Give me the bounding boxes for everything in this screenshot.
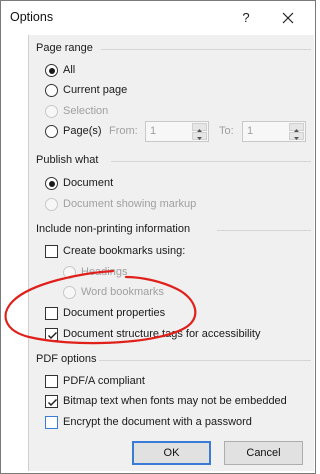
to-down-button — [289, 132, 304, 140]
bitmap-text-checkbox[interactable] — [45, 395, 58, 408]
structure-tags-label: Document structure tags for accessibilit… — [63, 328, 261, 340]
radio-word-bookmarks-label: Word bookmarks — [81, 286, 164, 298]
radio-current-page-label: Current page — [63, 84, 128, 96]
dialog-title: Options — [10, 10, 54, 24]
document-properties-checkbox[interactable] — [45, 307, 58, 320]
ok-button[interactable]: OK — [132, 441, 211, 465]
pdfa-checkbox[interactable] — [45, 375, 58, 388]
cancel-button[interactable]: Cancel — [224, 441, 303, 465]
radio-current-page[interactable] — [45, 84, 58, 97]
to-label: To: — [219, 125, 234, 137]
from-up-button — [192, 123, 207, 132]
close-icon — [282, 12, 294, 24]
chevron-down-icon — [294, 137, 299, 140]
encrypt-checkbox[interactable] — [45, 416, 58, 429]
radio-headings-label: Headings — [81, 266, 128, 278]
document-properties-label: Document properties — [63, 307, 166, 319]
section-non-printing-label: Include non-printing information — [36, 223, 191, 235]
divider — [99, 360, 311, 361]
radio-document-label: Document — [63, 177, 114, 189]
radio-document[interactable] — [45, 177, 58, 190]
section-publish-what-label: Publish what — [36, 154, 99, 166]
radio-all[interactable] — [45, 64, 58, 77]
radio-document-markup — [45, 198, 58, 211]
title-bar: Options ? — [1, 1, 315, 35]
from-value: 1 — [150, 125, 157, 137]
radio-pages-label: Page(s) — [63, 125, 102, 137]
bitmap-text-label: Bitmap text when fonts may not be embedd… — [63, 395, 287, 407]
checkmark-icon — [48, 332, 57, 339]
options-dialog: Options ? Page range All Current page Se… — [0, 0, 316, 474]
from-spinner: 1 — [145, 121, 209, 142]
help-button[interactable]: ? — [236, 7, 256, 29]
radio-word-bookmarks — [63, 286, 76, 299]
radio-document-markup-label: Document showing markup — [63, 198, 197, 210]
divider — [217, 230, 311, 231]
radio-pages[interactable] — [45, 125, 58, 138]
create-bookmarks-label: Create bookmarks using: — [63, 245, 186, 257]
options-panel: Page range All Current page Selection Pa… — [28, 35, 314, 471]
radio-all-label: All — [63, 64, 76, 76]
to-up-button — [289, 123, 304, 132]
pdfa-label: PDF/A compliant — [63, 375, 145, 387]
divider — [111, 161, 311, 162]
to-spinner: 1 — [242, 121, 306, 142]
section-page-range-label: Page range — [36, 42, 93, 54]
divider — [101, 49, 311, 50]
radio-selection — [45, 105, 58, 118]
radio-selection-label: Selection — [63, 105, 109, 117]
structure-tags-checkbox[interactable] — [45, 328, 58, 341]
close-button[interactable] — [271, 4, 305, 32]
create-bookmarks-checkbox[interactable] — [45, 245, 58, 258]
chevron-down-icon — [197, 137, 202, 140]
radio-headings — [63, 266, 76, 279]
from-down-button — [192, 132, 207, 140]
from-label: From: — [109, 125, 138, 137]
section-pdf-options-label: PDF options — [36, 353, 97, 365]
to-value: 1 — [247, 125, 254, 137]
encrypt-label: Encrypt the document with a password — [63, 416, 252, 428]
checkmark-icon — [48, 399, 57, 406]
